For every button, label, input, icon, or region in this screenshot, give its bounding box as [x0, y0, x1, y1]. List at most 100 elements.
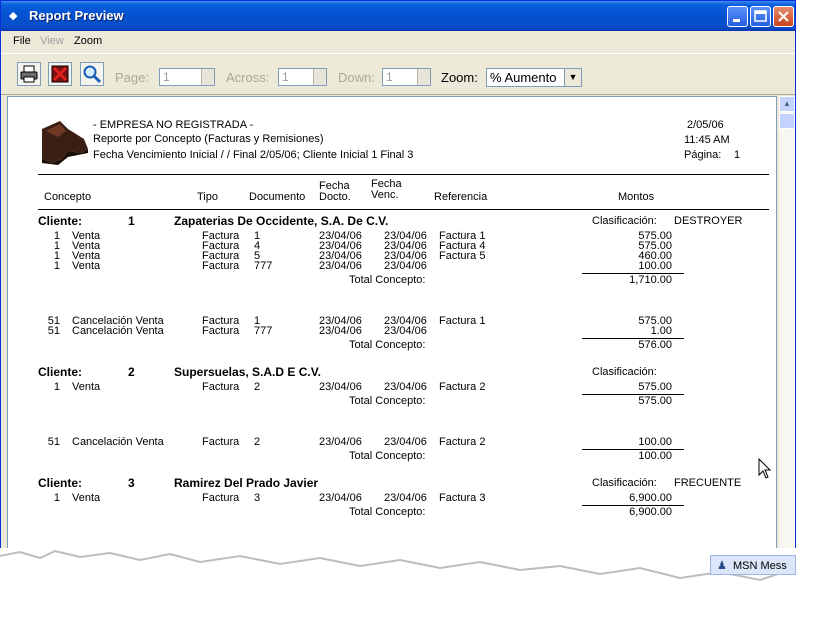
toolbar: Page: 1 Across: 1 Down: 1 Zoom: — [1, 53, 795, 95]
client-label: Cliente: — [38, 214, 83, 228]
row-referencia: Factura 3 — [439, 492, 486, 504]
spinner-arrows-icon[interactable] — [313, 69, 326, 85]
scroll-up-icon[interactable]: ▲ — [779, 96, 795, 112]
total-label: Total Concepto: — [349, 395, 426, 407]
classification-label: Clasificación: — [592, 215, 657, 227]
row-monto: 100.00 — [638, 260, 672, 272]
across-spinner[interactable]: 1 — [278, 68, 327, 86]
torn-edge — [0, 548, 813, 629]
page-label: Page: — [115, 70, 149, 85]
vertical-scrollbar[interactable]: ▲ — [779, 96, 795, 559]
across-label: Across: — [226, 70, 270, 85]
total-value: 576.00 — [638, 339, 672, 351]
row-documento: 2 — [254, 436, 261, 448]
client-number: 1 — [128, 214, 135, 228]
row-fecha-docto: 23/04/06 — [319, 436, 362, 448]
menu-file[interactable]: File — [13, 35, 31, 47]
report-preview-window: ◆ Report Preview File View Zoom Page: 1 … — [0, 0, 796, 560]
row-concepto: Cancelación Venta — [72, 436, 164, 448]
msn-label: MSN Mess — [733, 560, 787, 572]
row-referencia: Factura 5 — [439, 250, 486, 262]
row-fecha-venc: 23/04/06 — [384, 381, 427, 393]
page-number: 1 — [734, 149, 741, 161]
print-button[interactable] — [17, 62, 41, 86]
zoom-button[interactable] — [80, 62, 104, 86]
classification-label: Clasificación: — [592, 366, 657, 378]
row-referencia: Factura 2 — [439, 381, 486, 393]
row-documento: 777 — [254, 325, 273, 337]
close-preview-button[interactable] — [48, 62, 72, 86]
scroll-thumb[interactable] — [779, 113, 795, 129]
report-time: 11:45 AM — [684, 134, 730, 146]
row-code: 1 — [53, 381, 60, 393]
row-tipo: Factura — [202, 492, 240, 504]
minimize-button[interactable] — [727, 6, 748, 27]
total-value: 1,710.00 — [629, 274, 672, 286]
zoom-value: % Aumento — [490, 70, 557, 85]
row-monto: 575.00 — [638, 381, 672, 393]
chevron-down-icon[interactable]: ▼ — [564, 69, 581, 86]
row-monto: 1.00 — [650, 325, 672, 337]
zoom-select[interactable]: % Aumento ▼ — [486, 68, 582, 87]
row-tipo: Factura — [202, 381, 240, 393]
menu-zoom[interactable]: Zoom — [74, 35, 102, 47]
report-page: - EMPRESA NO REGISTRADA - Reporte por Co… — [7, 96, 777, 559]
row-fecha-venc: 23/04/06 — [384, 260, 427, 272]
magnifier-icon — [83, 65, 102, 84]
row-concepto: Venta — [72, 381, 101, 393]
maximize-button[interactable] — [750, 6, 771, 27]
page-spinner[interactable]: 1 — [159, 68, 215, 86]
col-concepto: Concepto — [44, 191, 92, 203]
stop-icon — [51, 65, 69, 83]
row-code: 51 — [47, 436, 60, 448]
col-fecha-docto-2: Docto. — [319, 191, 351, 203]
row-tipo: Factura — [202, 325, 240, 337]
client-label: Cliente: — [38, 365, 83, 379]
row-concepto: Cancelación Venta — [72, 325, 164, 337]
row-code: 1 — [53, 260, 60, 272]
across-value: 1 — [282, 70, 289, 84]
row-documento: 2 — [254, 381, 261, 393]
classification-label: Clasificación: — [592, 477, 657, 489]
menu-bar: File View Zoom — [1, 31, 795, 52]
col-fecha-venc-2: Venc. — [371, 189, 399, 201]
window-title: Report Preview — [29, 8, 124, 23]
client-name: Zapaterias De Occidente, S.A. De C.V. — [174, 214, 389, 228]
row-fecha-venc: 23/04/06 — [384, 325, 427, 337]
msn-messenger-taskbar-button[interactable]: ♟ MSN Mess — [710, 555, 796, 575]
total-value: 6,900.00 — [629, 506, 672, 518]
row-fecha-venc: 23/04/06 — [384, 436, 427, 448]
title-bar[interactable]: ◆ Report Preview — [1, 1, 795, 31]
row-referencia: Factura 2 — [439, 436, 486, 448]
row-tipo: Factura — [202, 260, 240, 272]
menu-view[interactable]: View — [40, 35, 64, 47]
row-fecha-docto: 23/04/06 — [319, 381, 362, 393]
row-documento: 777 — [254, 260, 273, 272]
down-value: 1 — [386, 70, 393, 84]
down-label: Down: — [338, 70, 375, 85]
row-monto: 6,900.00 — [629, 492, 672, 504]
total-label: Total Concepto: — [349, 506, 426, 518]
classification-value: DESTROYER — [674, 215, 743, 227]
spinner-arrows-icon[interactable] — [201, 69, 214, 85]
row-documento: 3 — [254, 492, 261, 504]
down-spinner[interactable]: 1 — [382, 68, 431, 86]
total-value: 100.00 — [638, 450, 672, 462]
col-documento: Documento — [249, 191, 306, 203]
close-icon — [778, 11, 789, 22]
close-button[interactable] — [773, 6, 794, 27]
spinner-arrows-icon[interactable] — [417, 69, 430, 85]
row-fecha-docto: 23/04/06 — [319, 260, 362, 272]
header-top-line — [38, 174, 769, 175]
client-name: Ramirez Del Prado Javier — [174, 476, 319, 490]
page-value: 1 — [163, 70, 170, 84]
shoe-logo-icon — [42, 121, 88, 165]
total-label: Total Concepto: — [349, 339, 426, 351]
client-number: 2 — [128, 365, 135, 379]
classification-value: FRECUENTE — [674, 477, 742, 489]
total-label: Total Concepto: — [349, 274, 426, 286]
row-code: 51 — [47, 325, 60, 337]
col-tipo: Tipo — [197, 191, 218, 203]
row-concepto: Venta — [72, 492, 101, 504]
row-concepto: Venta — [72, 260, 101, 272]
